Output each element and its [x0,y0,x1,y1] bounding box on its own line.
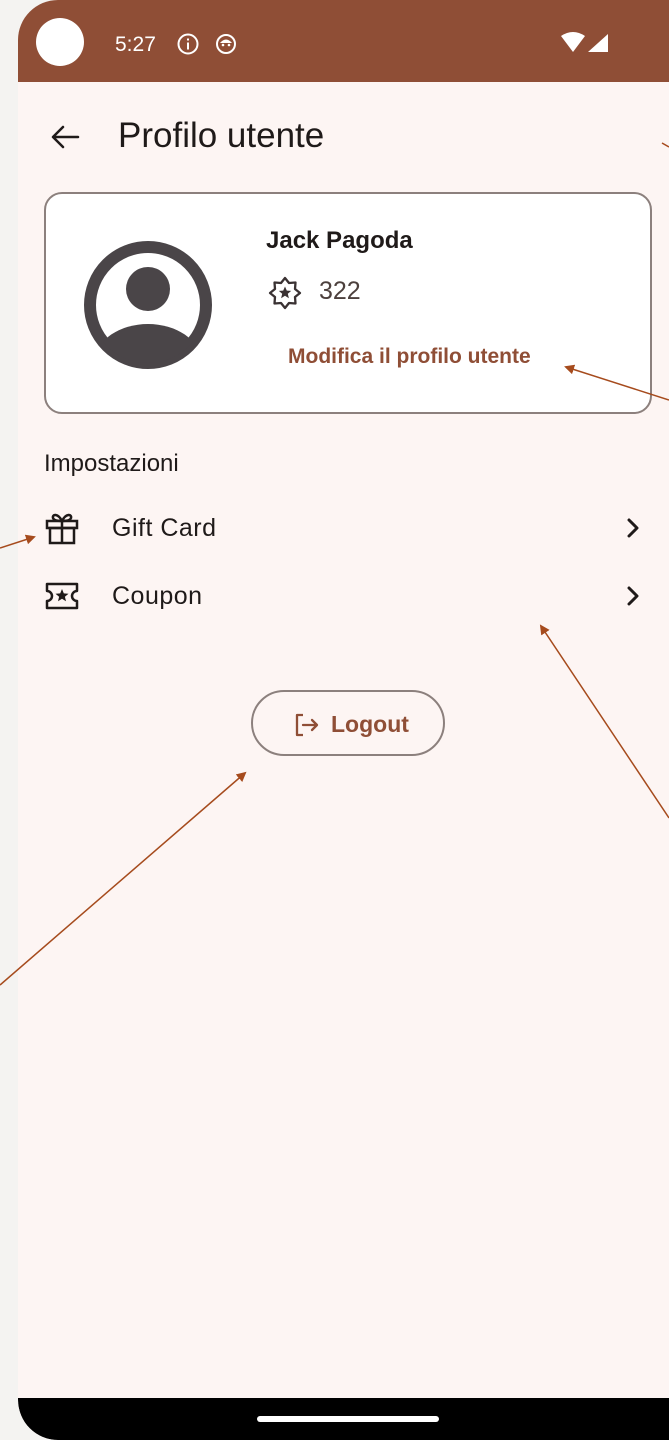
settings-item-label: Coupon [112,582,203,610]
status-bar: 5:27 [18,0,669,82]
logout-button[interactable]: Logout [251,690,445,756]
profile-card: Jack Pagoda 322 Modifica il profilo uten… [44,192,652,414]
avatar-icon [84,241,212,369]
points-badge-icon [268,276,302,310]
coupon-icon [45,582,79,610]
settings-item-coupon[interactable]: Coupon [18,566,669,626]
edit-profile-button[interactable]: Modifica il profilo utente [288,345,531,369]
cellular-signal-icon [588,34,608,52]
notification-face-icon [216,34,236,54]
chevron-right-icon [627,586,639,606]
back-arrow-icon[interactable] [48,119,84,155]
camera-cutout [36,18,84,66]
user-name: Jack Pagoda [266,227,413,254]
home-indicator[interactable] [257,1416,439,1422]
chevron-right-icon [627,518,639,538]
info-icon [177,33,199,55]
navigation-bar [18,1398,669,1440]
gift-icon [45,513,79,545]
logout-icon [295,713,319,737]
settings-item-label: Gift Card [112,514,217,542]
settings-item-gift-card[interactable]: Gift Card [18,498,669,558]
status-time: 5:27 [115,33,156,56]
wifi-icon [561,32,585,52]
phone-screen: 5:27 Profilo utente Jack Pagoda 322 Modi… [18,0,669,1440]
page-title: Profilo utente [118,116,325,155]
settings-section-title: Impostazioni [44,450,179,477]
logout-label: Logout [331,711,409,737]
points-value: 322 [319,277,361,305]
